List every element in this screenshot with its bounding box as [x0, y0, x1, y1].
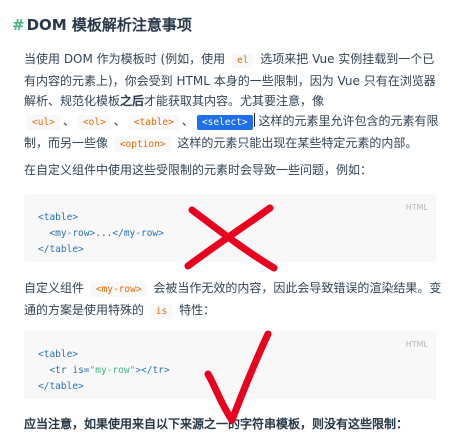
separator: 、 — [62, 114, 75, 128]
section-heading: # DOM 模板解析注意事项 — [12, 14, 192, 35]
code-content: <table> <tr is="my-row"></tr> </table> — [38, 349, 170, 392]
inline-code-ol: <ol> — [77, 115, 111, 130]
inline-code-select-selected[interactable]: <select> — [196, 115, 253, 130]
paragraph-intro: 当使用 DOM 作为模板时 (例如，使用 el 选项来把 Vue 实例挂载到一个… — [24, 49, 442, 155]
inline-code-my-row: <my-row> — [90, 282, 147, 297]
separator: 、 — [113, 114, 126, 128]
paragraph-problem: 在自定义组件中使用这些受限制的元素时会导致一些问题，例如： — [24, 163, 373, 177]
paragraph-solution: 自定义组件 <my-row> 会被当作无效的内容，因此会导致错误的渲染结果。变通… — [24, 278, 442, 322]
text: 当使用 DOM 作为模板时 (例如，使用 — [24, 52, 229, 66]
inline-code-el: el — [231, 53, 254, 68]
text: 这样的元素只能出现在某些特定元素的内部。 — [173, 136, 418, 150]
heading-anchor[interactable]: # — [12, 16, 25, 34]
inline-code-option: <option> — [114, 137, 171, 152]
text: 才能获取其内容。尤其要注意，像 — [144, 94, 325, 108]
code-lang-label: HTML — [405, 340, 428, 349]
inline-code-is: is — [150, 304, 173, 319]
separator: 、 — [181, 114, 194, 128]
inline-code-ul: <ul> — [27, 115, 60, 130]
code-block-wrong: HTML <table> <my-row>...</my-row> </tabl… — [24, 194, 436, 262]
code-content: <table> <my-row>...</my-row> </table> — [38, 212, 164, 255]
text: 特性： — [175, 303, 216, 317]
text: 自定义组件 — [24, 281, 88, 295]
code-lang-label: HTML — [405, 203, 428, 212]
heading-title: DOM 模板解析注意事项 — [26, 16, 192, 34]
inline-code-table: <table> — [128, 115, 179, 130]
note-text: 应当注意，如果使用来自以下来源之一的字符串模板，则没有这些限制： — [24, 417, 409, 431]
bold-after: 之后 — [120, 94, 145, 108]
code-block-correct: HTML <table> <tr is="my-row"></tr> </tab… — [24, 331, 436, 399]
